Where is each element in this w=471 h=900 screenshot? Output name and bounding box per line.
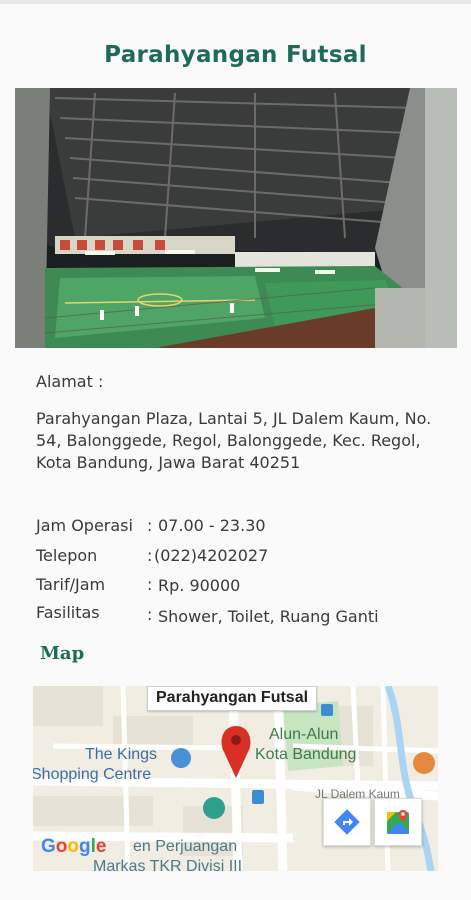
status-bar: [0, 0, 471, 4]
rate-value: Rp. 90000: [158, 576, 241, 595]
rate-label: Tarif/Jam: [36, 575, 106, 594]
page-title: Parahyangan Futsal: [104, 42, 367, 68]
google-logo: Google: [41, 836, 107, 857]
venue-photo: [15, 88, 457, 348]
map-heading: Map: [40, 643, 85, 664]
bus-stop-icon[interactable]: [252, 790, 264, 804]
phone-colon: :: [147, 546, 153, 565]
directions-icon: [334, 809, 360, 835]
address-label: Alamat :: [36, 372, 104, 391]
map-label-alun-2: Kota Bandung: [255, 746, 357, 763]
phone-value[interactable]: (022)4202027: [154, 546, 268, 565]
phone-label: Telepon: [36, 546, 98, 565]
map-view[interactable]: Parahyangan Futsal Alun-Alun Kota Bandun…: [33, 686, 438, 871]
hours-label: Jam Operasi: [36, 516, 133, 535]
hours-colon: :: [147, 516, 153, 535]
map-label-kings-1: The Kings: [85, 746, 158, 763]
hours-value: 07.00 - 23.30: [158, 516, 266, 535]
rate-colon: :: [147, 575, 153, 594]
marker-info-window[interactable]: Parahyangan Futsal: [147, 686, 318, 711]
map-label-kings-2: Shopping Centre: [33, 766, 152, 783]
google-maps-icon: [387, 810, 409, 834]
map-label-bottom-2: Markas TKR Divisi III: [93, 858, 243, 871]
transit-icon[interactable]: [321, 704, 333, 716]
map-label-alun-1: Alun-Alun: [269, 726, 339, 743]
map-label-bottom-1: en Perjuangan: [133, 838, 238, 855]
address-text: Parahyangan Plaza, Lantai 5, JL Dalem Ka…: [36, 409, 432, 472]
directions-button[interactable]: [323, 798, 371, 846]
facilities-label: Fasilitas: [36, 603, 100, 622]
monument-poi-icon[interactable]: [203, 797, 225, 819]
restaurant-poi-icon[interactable]: [413, 752, 435, 774]
shopping-poi-icon[interactable]: [171, 748, 191, 768]
facilities-value: Shower, Toilet, Ruang Ganti: [158, 607, 379, 626]
facilities-colon: :: [147, 605, 153, 624]
open-in-maps-button[interactable]: [374, 798, 422, 846]
